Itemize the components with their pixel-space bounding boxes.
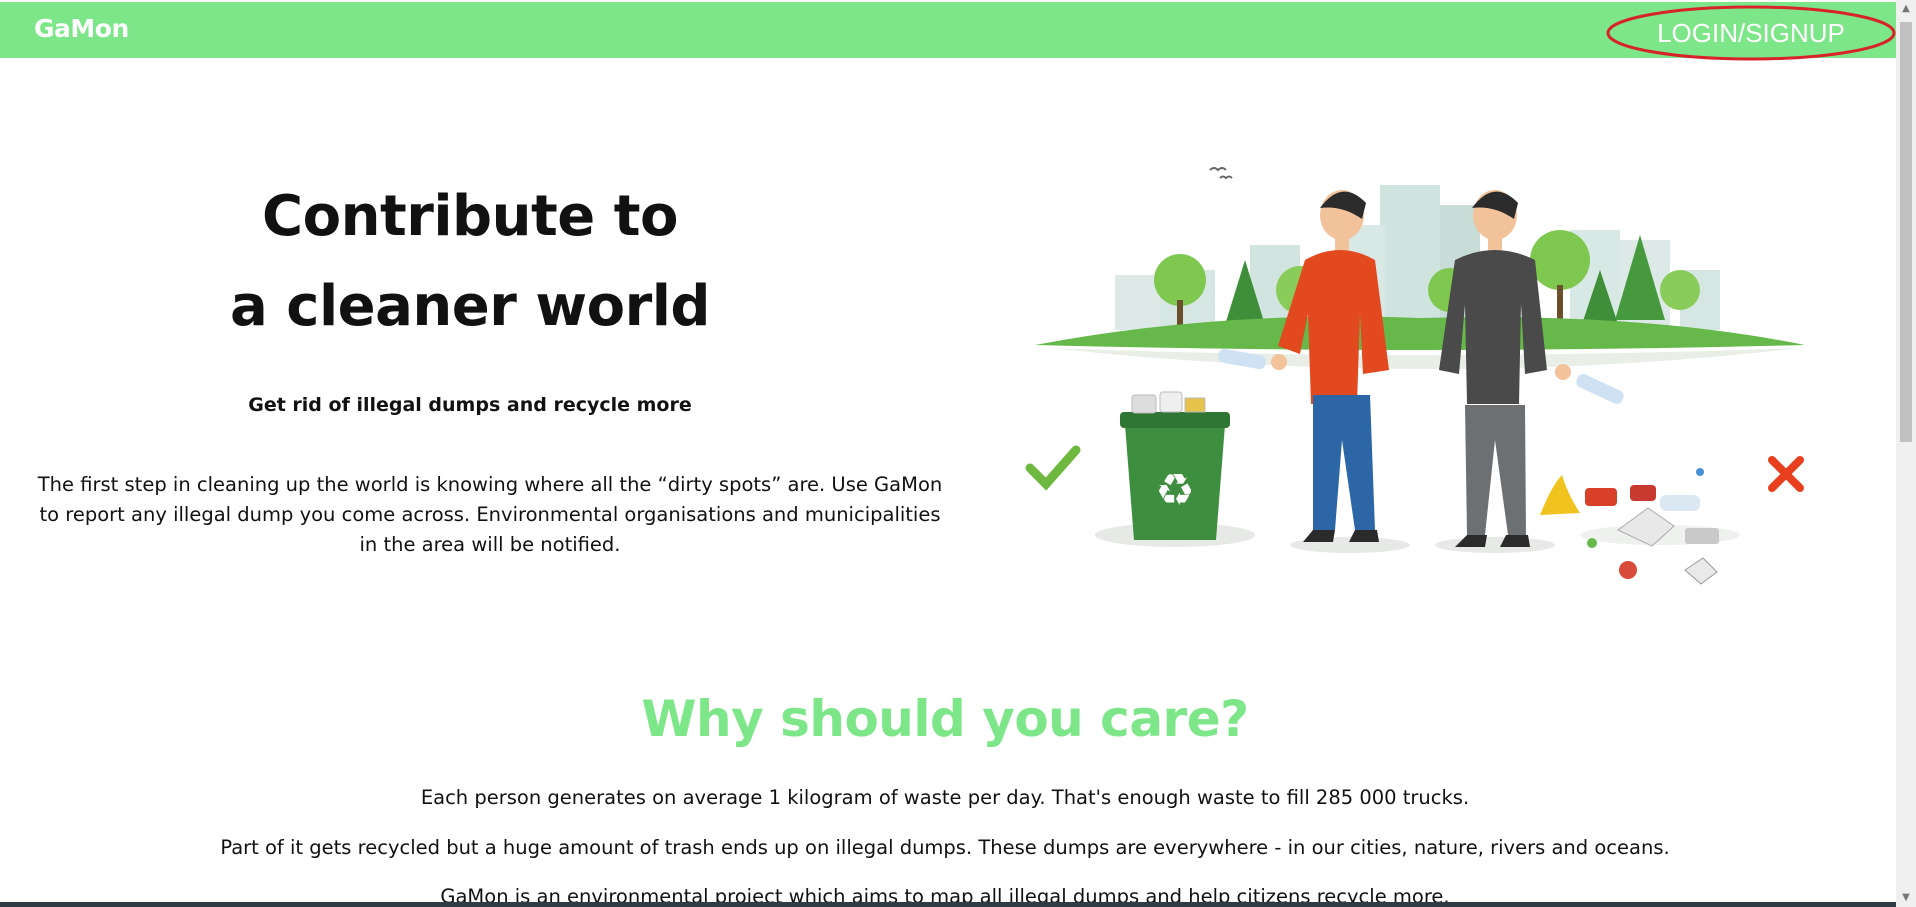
navbar: GaMon LOGIN/SIGNUP: [0, 2, 1896, 61]
hero-illustration: ♻: [1025, 167, 1805, 585]
hero-title-line2: a cleaner world: [229, 274, 711, 339]
why-section-title: Why should you care?: [641, 690, 1249, 748]
scattered-litter: [1540, 468, 1740, 585]
page: GaMon LOGIN/SIGNUP Contribute to a clean…: [0, 0, 1896, 907]
brand-logo[interactable]: GaMon: [34, 14, 129, 43]
hero-title: Contribute to a cleaner world: [150, 172, 790, 352]
recycle-bin: ♻: [1095, 391, 1255, 547]
vertical-scrollbar[interactable]: ▲ ▼: [1896, 0, 1916, 907]
bottom-edge-bar: [0, 902, 1896, 907]
recycle-icon: ♻: [1155, 465, 1194, 516]
scroll-up-arrow-icon[interactable]: ▲: [1896, 0, 1916, 18]
scrollbar-thumb[interactable]: [1900, 22, 1912, 442]
hero-description: The first step in cleaning up the world …: [37, 473, 943, 556]
cross-icon: [1768, 456, 1804, 492]
checkmark-icon: [1025, 445, 1081, 491]
hero-subtitle: Get rid of illegal dumps and recycle mor…: [248, 394, 692, 416]
hero-title-line1: Contribute to: [262, 184, 678, 249]
why-paragraph-1: Each person generates on average 1 kilog…: [420, 786, 1470, 809]
scroll-down-arrow-icon[interactable]: ▼: [1896, 889, 1916, 907]
login-signup-button[interactable]: LOGIN/SIGNUP: [1606, 4, 1896, 62]
login-signup-label: LOGIN/SIGNUP: [1657, 17, 1845, 48]
birds-icon: [1209, 167, 1233, 180]
why-paragraph-2: Part of it gets recycled but a huge amou…: [220, 836, 1670, 859]
